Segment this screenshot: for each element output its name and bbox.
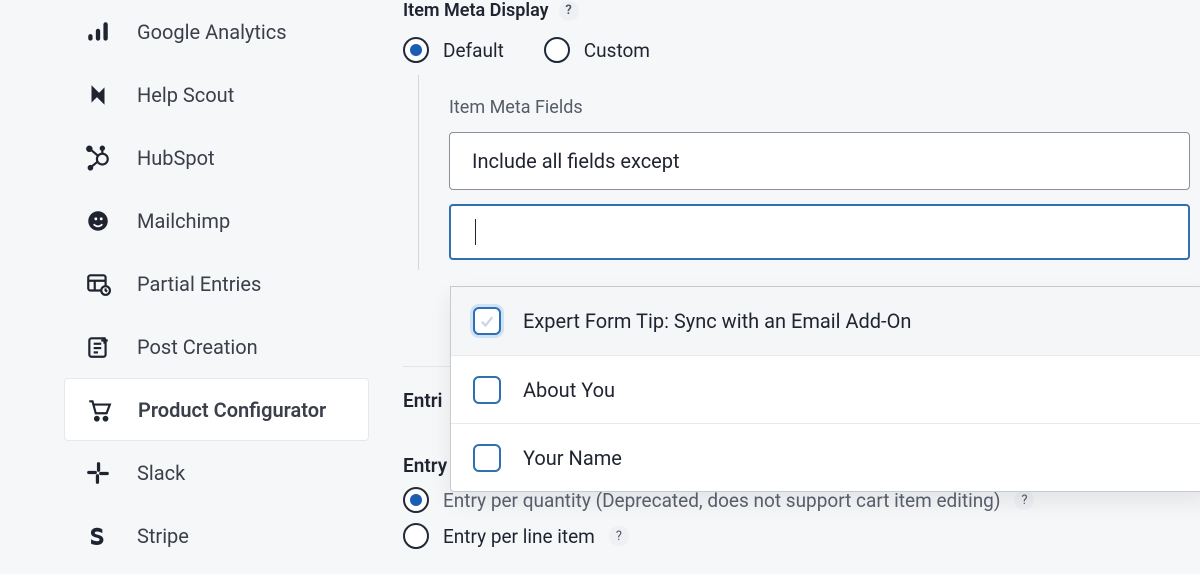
select-value: Include all fields except (472, 149, 680, 173)
radio-icon (544, 37, 570, 63)
sidebar-item-google-analytics[interactable]: Google Analytics (64, 0, 369, 63)
sidebar-item-label: HubSpot (137, 146, 215, 170)
help-icon[interactable]: ? (559, 1, 579, 21)
sidebar-item-label: Partial Entries (137, 272, 261, 296)
include-mode-select[interactable]: Include all fields except (449, 132, 1190, 190)
sidebar-item-product-configurator[interactable]: Product Configurator (64, 378, 369, 441)
sidebar-item-label: Post Creation (137, 335, 258, 359)
item-meta-fields-label: Item Meta Fields (449, 97, 1200, 118)
item-meta-fields-block: Item Meta Fields Include all fields exce… (418, 75, 1200, 270)
radio-label: Entry per line item (443, 525, 595, 548)
slack-icon (84, 459, 112, 487)
dropdown-option-label: About You (523, 378, 615, 402)
radio-default[interactable]: Default (403, 37, 504, 63)
checkbox-icon[interactable] (473, 444, 501, 472)
entry-label-partial: Entry (403, 454, 447, 477)
fields-dropdown[interactable]: Expert Form Tip: Sync with an Email Add-… (450, 286, 1200, 492)
dropdown-option-label: Your Name (523, 446, 622, 470)
sidebar-item-slack[interactable]: Slack (64, 441, 369, 504)
dropdown-option[interactable]: Your Name (451, 423, 1200, 491)
item-meta-display-options: Default Custom (403, 37, 1200, 63)
radio-icon (403, 487, 429, 513)
analytics-icon (84, 18, 112, 46)
post-creation-icon (84, 333, 112, 361)
helpscout-icon (84, 81, 112, 109)
dropdown-option[interactable]: About You (451, 355, 1200, 423)
item-meta-display-title-row: Item Meta Display ? (403, 0, 1200, 21)
dropdown-option-label: Expert Form Tip: Sync with an Email Add-… (523, 309, 911, 333)
radio-custom[interactable]: Custom (544, 37, 650, 63)
text-caret (475, 219, 476, 245)
sidebar-item-label: Stripe (137, 524, 189, 548)
radio-icon (403, 37, 429, 63)
sidebar-item-label: Help Scout (137, 83, 234, 107)
cart-icon (85, 396, 113, 424)
hubspot-icon (84, 144, 112, 172)
dropdown-option[interactable]: Expert Form Tip: Sync with an Email Add-… (451, 287, 1200, 355)
sidebar-item-label: Google Analytics (137, 20, 287, 44)
help-icon[interactable]: ? (609, 526, 629, 546)
sidebar-item-mailchimp[interactable]: Mailchimp (64, 189, 369, 252)
sidebar-item-label: Mailchimp (137, 209, 230, 233)
help-icon[interactable]: ? (1014, 490, 1034, 510)
sidebar-item-partial-entries[interactable]: Partial Entries (64, 252, 369, 315)
partial-entries-icon (84, 270, 112, 298)
entry-mode-radios: Entry per quantity (Deprecated, does not… (403, 487, 1200, 549)
sidebar-item-stripe[interactable]: Stripe (64, 504, 369, 567)
radio-label: Default (443, 39, 504, 62)
sidebar-item-label: Product Configurator (138, 398, 326, 422)
radio-icon (403, 523, 429, 549)
entries-heading-partial: Entri (403, 389, 442, 412)
radio-label: Custom (584, 39, 650, 62)
fields-multiselect-input[interactable] (449, 204, 1190, 260)
sidebar-item-help-scout[interactable]: Help Scout (64, 63, 369, 126)
sidebar-item-label: Slack (137, 461, 185, 485)
checkbox-icon[interactable] (473, 307, 501, 335)
sidebar-item-hubspot[interactable]: HubSpot (64, 126, 369, 189)
mailchimp-icon (84, 207, 112, 235)
sidebar: Google Analytics Help Scout HubSpot Mail… (9, 0, 369, 567)
sidebar-item-post-creation[interactable]: Post Creation (64, 315, 369, 378)
checkbox-icon[interactable] (473, 376, 501, 404)
item-meta-display-title: Item Meta Display (403, 0, 549, 21)
stripe-icon (84, 522, 112, 550)
radio-entry-per-line-item[interactable]: Entry per line item ? (403, 523, 1200, 549)
